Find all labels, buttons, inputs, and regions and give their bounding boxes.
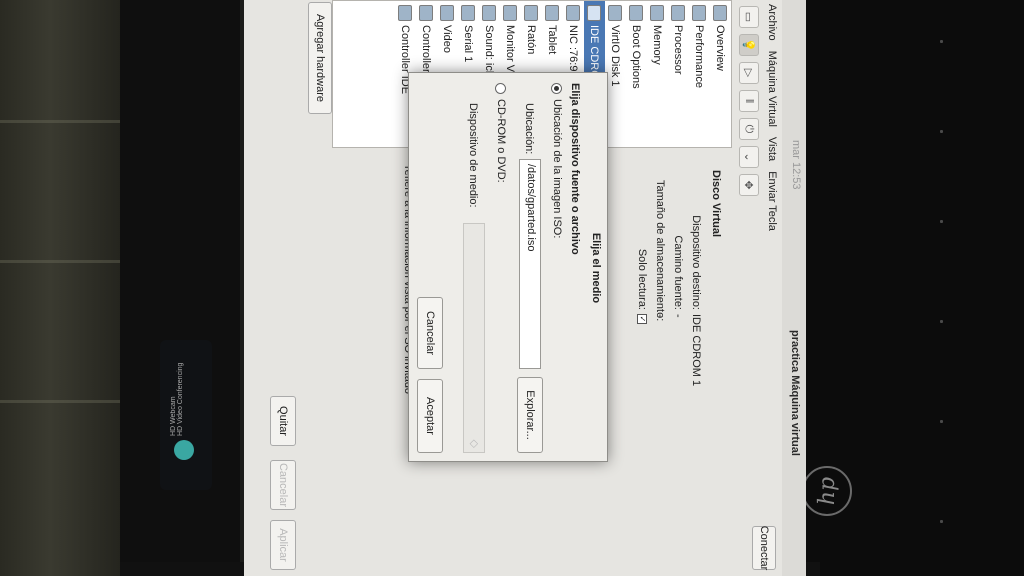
menu-maquina-virtual[interactable]: Máquina Virtual: [766, 51, 778, 127]
menu-archivo[interactable]: Archivo: [766, 4, 778, 41]
speaker-hole: [940, 130, 943, 133]
controller-icon: [419, 5, 434, 21]
webcam-sticker: HD Webcam HD Video Conferencing: [160, 340, 212, 490]
detail-dispositivo: Dispositivo destino:IDE CDROM 1: [690, 215, 702, 387]
radio-unselected-icon[interactable]: [495, 83, 507, 94]
cdrom-icon: [587, 5, 602, 21]
readonly-checkbox[interactable]: ✓: [636, 314, 647, 324]
controller-icon: [398, 5, 413, 21]
tablet-icon: [545, 5, 560, 21]
fullscreen-icon[interactable]: ✥: [739, 174, 759, 196]
section-title: Disco Virtual: [710, 170, 722, 238]
speaker-hole: [940, 220, 943, 223]
choose-media-dialog: Elija el medio Elija dispositivo fuente …: [408, 72, 608, 462]
menubar: Archivo Máquina Virtual Vista Enviar Tec…: [762, 0, 782, 576]
network-icon: [566, 5, 581, 21]
sidebar-item-memory[interactable]: Memory: [647, 1, 668, 147]
screen: mar 12:53 practica Máquina virtual Archi…: [244, 0, 806, 576]
cancel-button[interactable]: Cancelar: [270, 460, 296, 510]
video-icon: [440, 5, 455, 21]
webcam-label: HD Webcam HD Video Conferencing: [170, 362, 184, 436]
dialog-accept-button[interactable]: Aceptar: [417, 379, 443, 453]
select-arrow-icon: ◇: [468, 439, 480, 448]
ubicacion-label: Ubicación:: [523, 103, 535, 155]
power-icon[interactable]: ⏻: [739, 118, 759, 140]
cpu-icon: [671, 5, 686, 21]
browse-button[interactable]: Explorar...: [517, 377, 543, 453]
window-title: practica Máquina virtual: [789, 330, 801, 456]
sidebar-item-performance[interactable]: Performance: [689, 1, 710, 147]
console-icon[interactable]: ▭: [739, 6, 759, 28]
menu-enviar-tecla[interactable]: Enviar Tecla: [766, 171, 778, 231]
boot-icon: [629, 5, 644, 21]
connect-button[interactable]: Conectar: [752, 526, 776, 570]
dialog-heading: Elija dispositivo fuente o archivo: [569, 83, 581, 255]
pause-icon[interactable]: ‖: [739, 90, 759, 112]
hp-logo: hp: [802, 466, 852, 516]
chevron-down-icon[interactable]: ⌄: [739, 146, 759, 168]
lightbulb-icon[interactable]: 💡: [739, 34, 759, 56]
dialog-cancel-button[interactable]: Cancelar: [417, 297, 443, 369]
menu-vista[interactable]: Vista: [766, 137, 778, 161]
dialog-title: Elija el medio: [590, 232, 602, 304]
detail-camino: Camino fuente:-: [672, 235, 684, 318]
sidebar-item-virtio-disk[interactable]: VirtIO Disk 1: [605, 1, 626, 147]
sidebar-item-processor[interactable]: Processor: [668, 1, 689, 147]
memory-icon: [650, 5, 665, 21]
detail-solo-lectura: Solo lectura:✓: [636, 248, 648, 324]
webcam-logo-icon: [174, 440, 194, 460]
radio-selected-icon[interactable]: [551, 83, 563, 94]
speaker-hole: [940, 40, 943, 43]
iso-radio-option[interactable]: Ubicación de la imagen ISO:: [551, 83, 563, 238]
mouse-icon: [524, 5, 539, 21]
sound-icon: [482, 5, 497, 21]
performance-icon: [692, 5, 707, 21]
sidebar-item-overview[interactable]: Overview: [710, 1, 731, 147]
apply-button[interactable]: Aplicar: [270, 520, 296, 570]
iso-path-input[interactable]: /datos/gparted.iso: [519, 159, 541, 369]
bottom-buttons: Quitar Cancelar Aplicar: [266, 0, 300, 576]
detail-tamano: Tamaño de almacenamiento:-: [654, 180, 666, 322]
clock: mar 12:53: [790, 140, 802, 190]
play-icon[interactable]: ▷: [739, 62, 759, 84]
speaker-hole: [940, 520, 943, 523]
monitor-icon: [503, 5, 518, 21]
vm-details-window: mar 12:53 practica Máquina virtual Archi…: [244, 0, 806, 576]
device-label: Dispositivo de medio:: [467, 103, 479, 208]
overview-icon: [713, 5, 728, 21]
titlebar: mar 12:53 practica Máquina virtual: [782, 0, 806, 576]
add-hardware-button[interactable]: Agregar hardware: [308, 2, 332, 114]
speaker-hole: [940, 320, 943, 323]
speaker-hole: [940, 420, 943, 423]
remove-button[interactable]: Quitar: [270, 396, 296, 446]
disk-icon: [608, 5, 623, 21]
sidebar-item-boot-options[interactable]: Boot Options: [626, 1, 647, 147]
cdrom-radio-option[interactable]: CD-ROM o DVD:: [495, 83, 507, 183]
desk-background: [0, 0, 125, 576]
media-device-select[interactable]: ◇: [463, 223, 485, 453]
toolbar: ▭ 💡 ▷ ‖ ⏻ ⌄ ✥: [736, 0, 762, 576]
serial-icon: [461, 5, 476, 21]
